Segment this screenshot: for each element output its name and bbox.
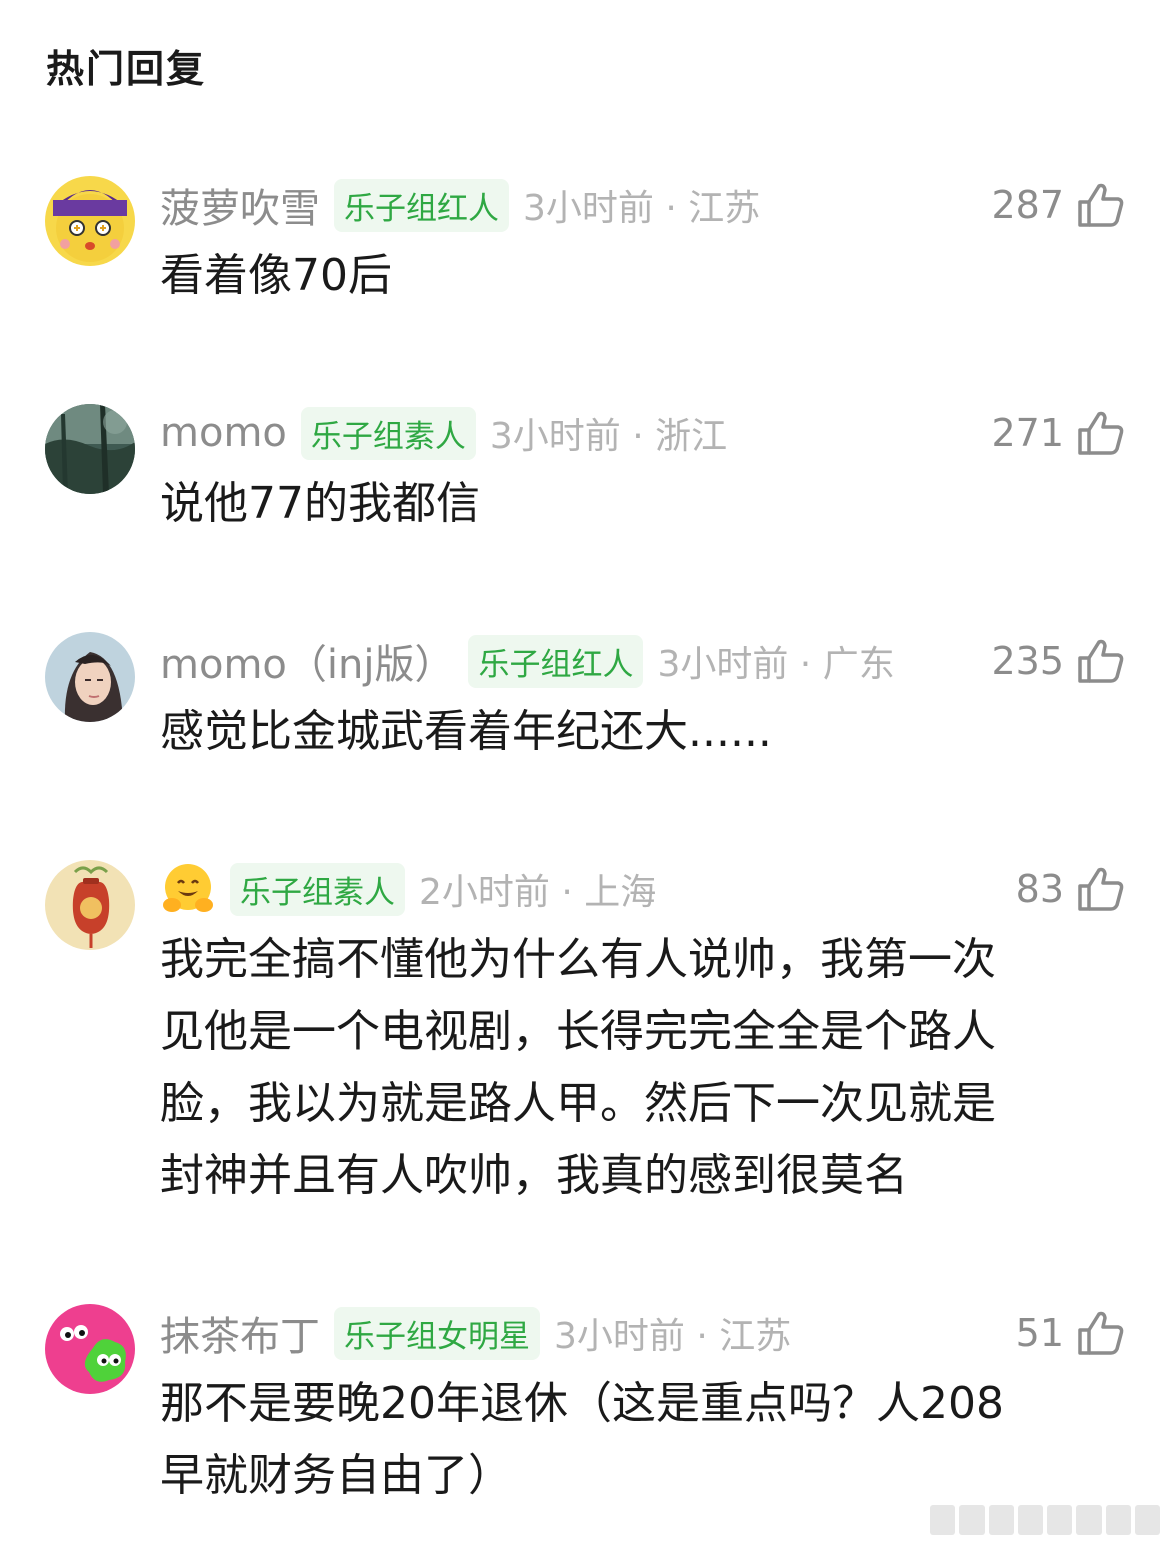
timestamp-location: 3小时前 · 浙江	[489, 416, 728, 457]
thumbs-up-icon	[1078, 183, 1124, 227]
watermark-bar	[930, 1505, 956, 1535]
timestamp-location: 3小时前 · 江苏	[523, 188, 761, 229]
cartoon-character-avatar-icon	[45, 176, 135, 266]
watermark-bar	[1047, 1505, 1073, 1535]
username[interactable]: 菠萝吹雪	[160, 176, 320, 234]
splat-characters-avatar-icon	[45, 1304, 135, 1394]
timestamp-location: 2小时前 · 上海	[419, 872, 657, 913]
username[interactable]: momo（inj版）	[160, 632, 454, 690]
timestamp-location: 3小时前 · 广东	[657, 644, 895, 685]
user-badge: 乐子组红人	[334, 178, 509, 232]
like-count: 83	[1015, 867, 1064, 911]
watermark-bar	[1076, 1505, 1102, 1535]
comment-meta: momo 乐子组素人 3小时前 · 浙江	[160, 406, 727, 460]
user-badge: 乐子组女明星	[334, 1306, 540, 1360]
like-count: 235	[991, 639, 1064, 683]
like-count: 51	[1015, 1311, 1064, 1355]
like-button[interactable]: 287	[991, 178, 1126, 232]
thumbs-up-icon	[1078, 411, 1124, 455]
forest-scene-avatar-icon	[45, 404, 135, 494]
hugging-face-emoji-icon	[163, 864, 213, 912]
comment-text: 看着像70后	[160, 250, 392, 301]
section-title: 热门回复	[46, 47, 207, 91]
like-button[interactable]: 271	[991, 406, 1126, 460]
watermark-bar	[1017, 1505, 1043, 1535]
like-count: 271	[991, 411, 1064, 455]
like-button[interactable]: 83	[1016, 862, 1126, 916]
user-badge: 乐子组红人	[468, 634, 644, 688]
username[interactable]: momo	[160, 410, 287, 456]
thumbs-up-icon	[1078, 639, 1124, 683]
like-button[interactable]: 51	[1016, 1306, 1126, 1360]
like-button[interactable]: 235	[991, 634, 1126, 688]
comment-meta: momo（inj版） 乐子组红人 3小时前 · 广东	[160, 634, 895, 688]
comment-meta: 菠萝吹雪 乐子组红人 3小时前 · 江苏	[160, 178, 760, 232]
watermark-bar	[988, 1505, 1014, 1535]
thumbs-up-icon	[1078, 1311, 1124, 1355]
watermark-bar	[1105, 1505, 1131, 1535]
comment-text: 那不是要晚20年退休（这是重点吗？人208 早就财务自由了）	[160, 1378, 1004, 1501]
avatar[interactable]	[45, 404, 135, 494]
user-badge: 乐子组素人	[300, 406, 476, 460]
user-badge: 乐子组素人	[230, 862, 405, 916]
comment-meta: 抹茶布丁 乐子组女明星 3小时前 · 江苏	[160, 1306, 791, 1360]
portrait-avatar-icon	[45, 632, 135, 722]
lucky-bag-avatar-icon	[45, 860, 135, 950]
avatar[interactable]	[45, 176, 135, 266]
watermark-bar	[959, 1505, 985, 1535]
watermark-bar	[1134, 1505, 1160, 1535]
thumbs-up-icon	[1078, 867, 1124, 911]
username[interactable]: 抹茶布丁	[160, 1304, 320, 1362]
timestamp-location: 3小时前 · 江苏	[554, 1316, 792, 1357]
comment-text: 说他77的我都信	[160, 478, 480, 529]
comment-meta: 乐子组素人 2小时前 · 上海	[160, 862, 656, 916]
avatar[interactable]	[45, 1304, 135, 1394]
like-count: 287	[991, 183, 1064, 227]
avatar[interactable]	[45, 632, 135, 722]
watermark-bars	[930, 1505, 1160, 1535]
comment-text: 我完全搞不懂他为什么有人说帅，我第一次 见他是一个电视剧，长得完完全全是个路人 …	[160, 934, 996, 1201]
comment-text: 感觉比金城武看着年纪还大......	[160, 706, 772, 757]
avatar[interactable]	[45, 860, 135, 950]
username[interactable]	[160, 861, 216, 917]
